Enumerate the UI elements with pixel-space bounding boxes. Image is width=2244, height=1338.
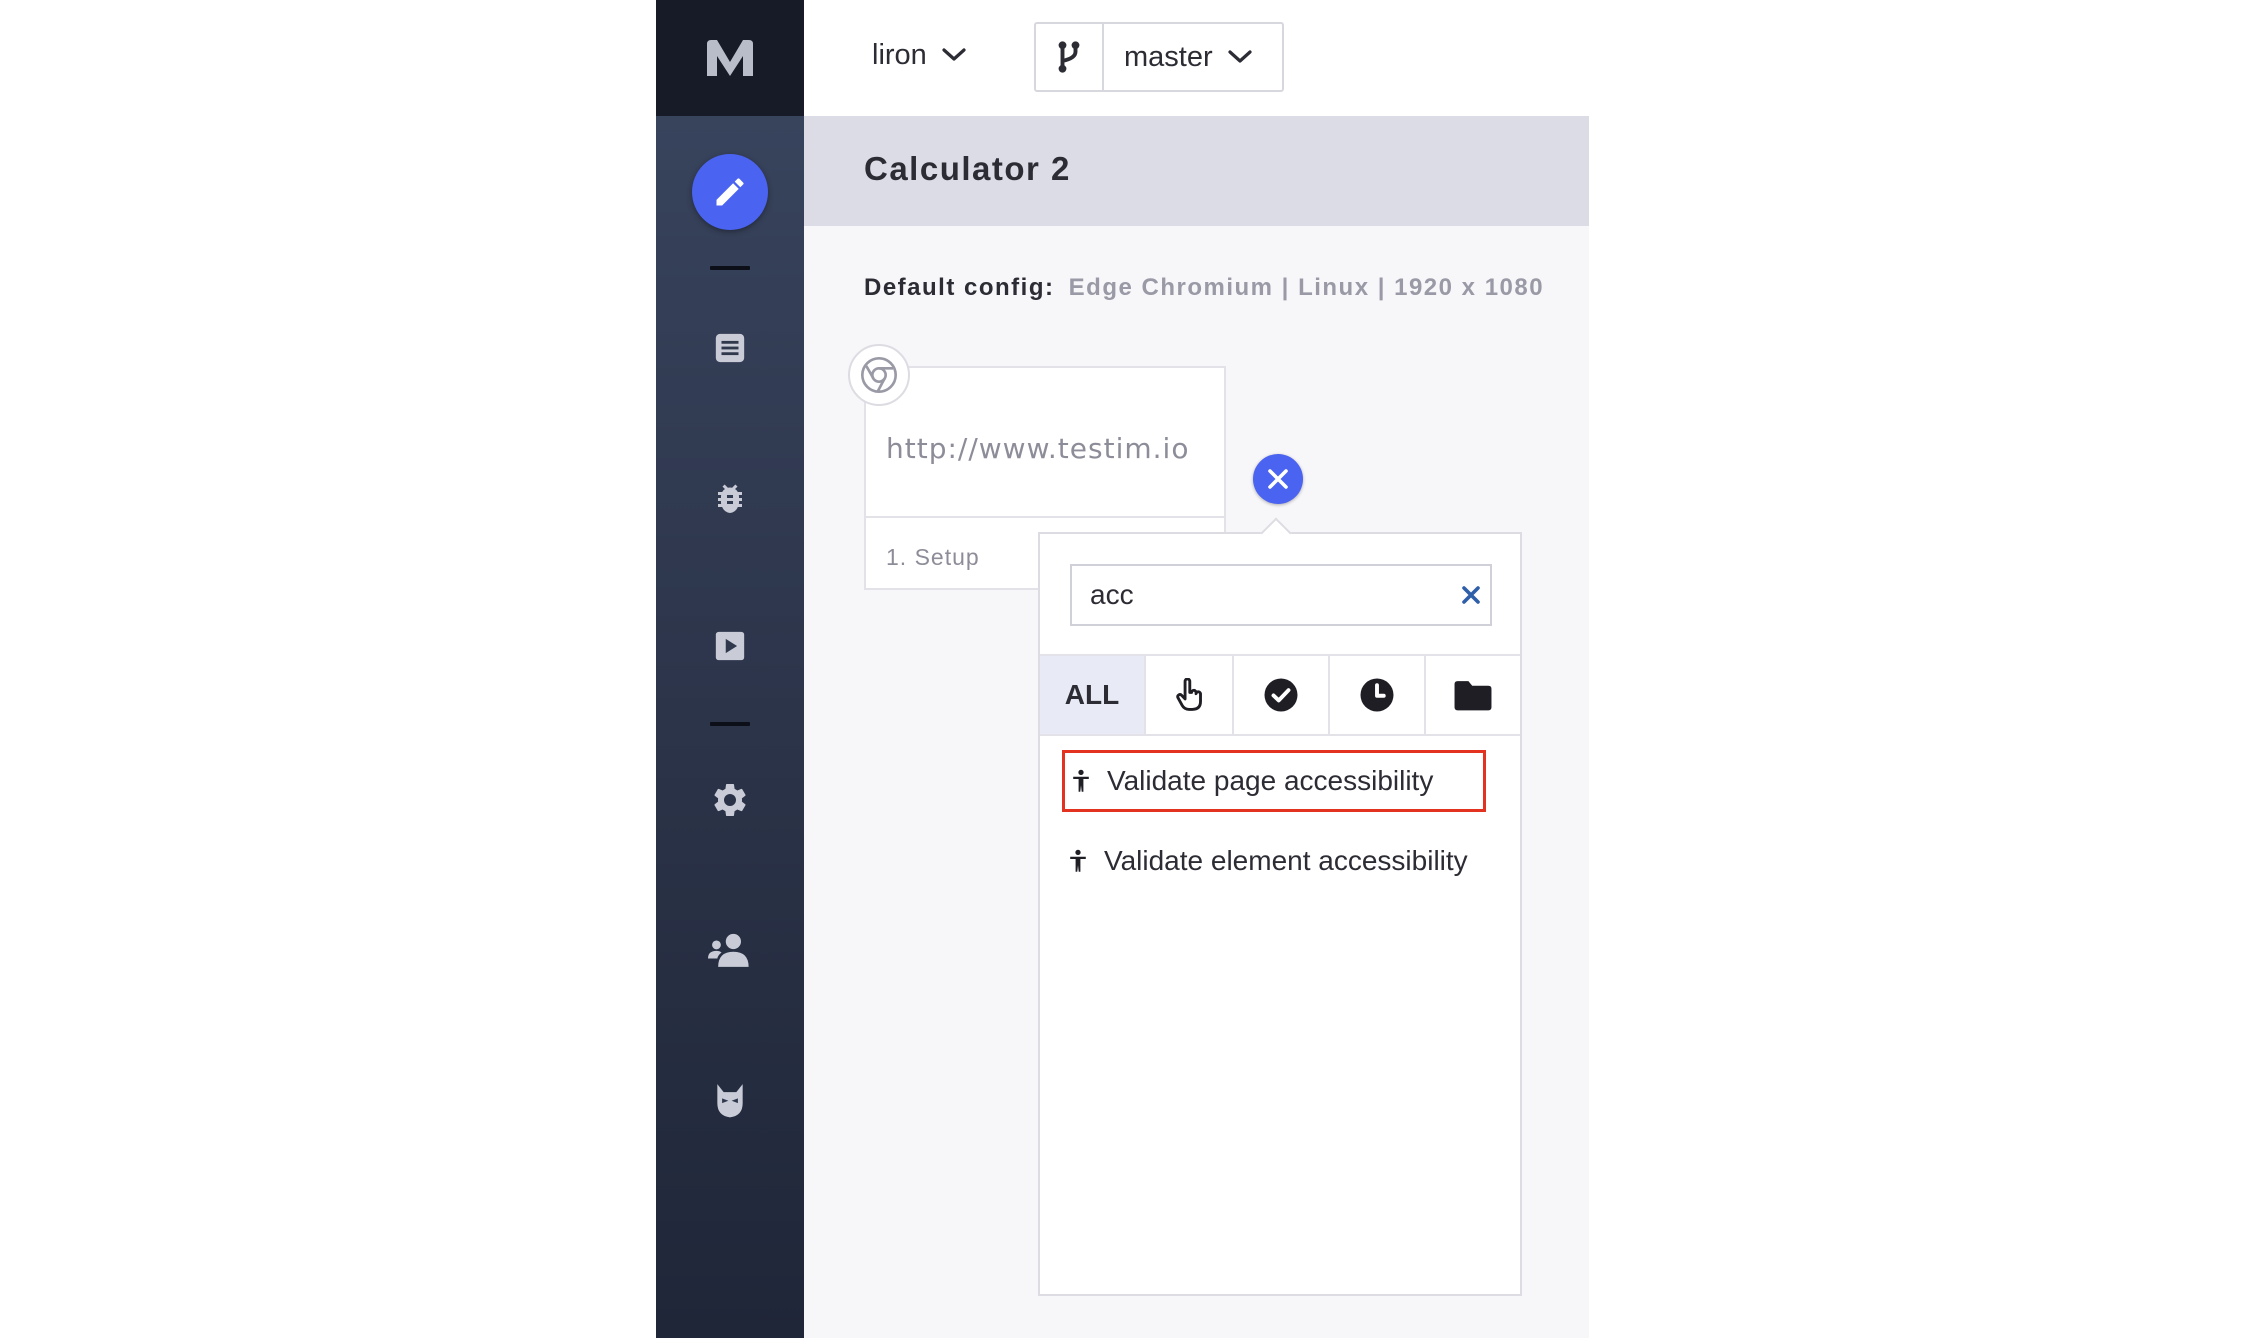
- close-icon: [1268, 469, 1288, 489]
- card-divider: [866, 516, 1224, 518]
- chevron-down-icon: [1228, 50, 1252, 63]
- sidebar: [656, 0, 804, 1338]
- app-logo[interactable]: [656, 0, 804, 116]
- sidebar-item-editor[interactable]: [656, 154, 804, 230]
- accessibility-icon: [1070, 849, 1086, 872]
- step-search-input[interactable]: [1072, 566, 1451, 624]
- check-circle-icon: [1264, 678, 1298, 712]
- filter-tab-actions[interactable]: [1146, 656, 1234, 734]
- test-canvas: Default config: Edge Chromium | Linux | …: [804, 226, 1589, 1338]
- popup-arrow: [1260, 517, 1292, 549]
- step-label: 1. Setup: [886, 544, 980, 570]
- result-validate-page-accessibility[interactable]: Validate page accessibility: [1062, 750, 1486, 812]
- sidebar-item-ci[interactable]: [656, 1062, 804, 1138]
- edit-button[interactable]: [692, 154, 768, 230]
- project-dropdown[interactable]: liron: [872, 30, 967, 80]
- list-icon: [715, 333, 745, 363]
- filter-tab-shared[interactable]: [1426, 656, 1520, 734]
- clear-search-button[interactable]: [1451, 566, 1490, 624]
- title-band: Calculator 2: [804, 116, 1589, 226]
- config-label: Default config:: [864, 274, 1055, 301]
- logo-icon: [707, 40, 753, 76]
- sidebar-item-team[interactable]: [656, 912, 804, 988]
- gear-icon: [714, 783, 746, 816]
- filter-tab-validations[interactable]: [1234, 656, 1330, 734]
- sidebar-item-tests[interactable]: [656, 310, 804, 386]
- branch-selector: master: [1034, 22, 1284, 92]
- close-step-picker-button[interactable]: [1253, 454, 1303, 504]
- chrome-icon: [861, 357, 897, 393]
- sidebar-item-bugs[interactable]: [656, 460, 804, 536]
- step-url: http://www.testim.io: [886, 432, 1190, 465]
- close-icon: [1461, 586, 1480, 604]
- play-icon: [715, 631, 745, 661]
- bug-icon: [718, 484, 742, 513]
- filter-tab-wait[interactable]: [1330, 656, 1426, 734]
- result-validate-element-accessibility[interactable]: Validate element accessibility: [1062, 830, 1482, 892]
- users-icon: [708, 933, 749, 967]
- pencil-icon: [716, 178, 744, 206]
- result-label: Validate element accessibility: [1104, 845, 1468, 876]
- default-config: Default config: Edge Chromium | Linux | …: [864, 274, 1544, 302]
- sidebar-divider: [710, 266, 750, 270]
- sidebar-divider: [710, 722, 750, 726]
- step-filter-tabs: ALL: [1040, 654, 1520, 736]
- filter-tab-all[interactable]: ALL: [1040, 656, 1146, 734]
- sidebar-item-settings[interactable]: [656, 762, 804, 838]
- top-bar: liron master: [804, 0, 1589, 116]
- result-label: Validate page accessibility: [1107, 765, 1434, 796]
- branch-dropdown[interactable]: master: [1104, 24, 1282, 90]
- sidebar-item-runs[interactable]: [656, 608, 804, 684]
- branch-name: master: [1124, 40, 1213, 73]
- clock-icon: [1360, 678, 1394, 712]
- browser-badge: [848, 344, 910, 406]
- step-picker-popup: ALL: [1038, 517, 1522, 1296]
- project-name: liron: [872, 38, 927, 71]
- folder-icon: [1454, 681, 1492, 711]
- page-title: Calculator 2: [864, 150, 1071, 187]
- branch-button[interactable]: [1036, 24, 1104, 90]
- mask-icon: [717, 1084, 743, 1118]
- chevron-down-icon: [942, 48, 966, 61]
- search-box: [1070, 564, 1492, 626]
- config-value[interactable]: Edge Chromium | Linux | 1920 x 1080: [1069, 274, 1544, 301]
- accessibility-icon: [1073, 769, 1089, 792]
- git-branch-icon: [1058, 41, 1080, 73]
- pointer-icon: [1176, 678, 1202, 711]
